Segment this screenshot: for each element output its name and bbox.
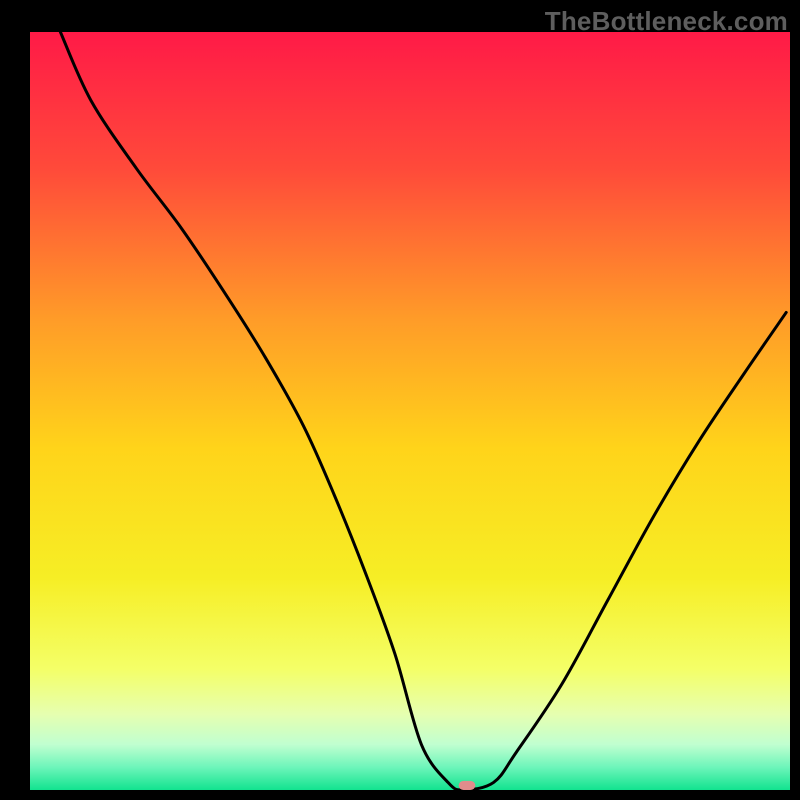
frame-left — [0, 0, 30, 800]
frame-bottom — [0, 790, 800, 800]
plot-background — [30, 32, 790, 790]
watermark: TheBottleneck.com — [545, 6, 788, 37]
chart-container: TheBottleneck.com — [0, 0, 800, 800]
optimal-marker — [459, 781, 476, 790]
bottleneck-chart — [0, 0, 800, 800]
frame-right — [790, 0, 800, 800]
